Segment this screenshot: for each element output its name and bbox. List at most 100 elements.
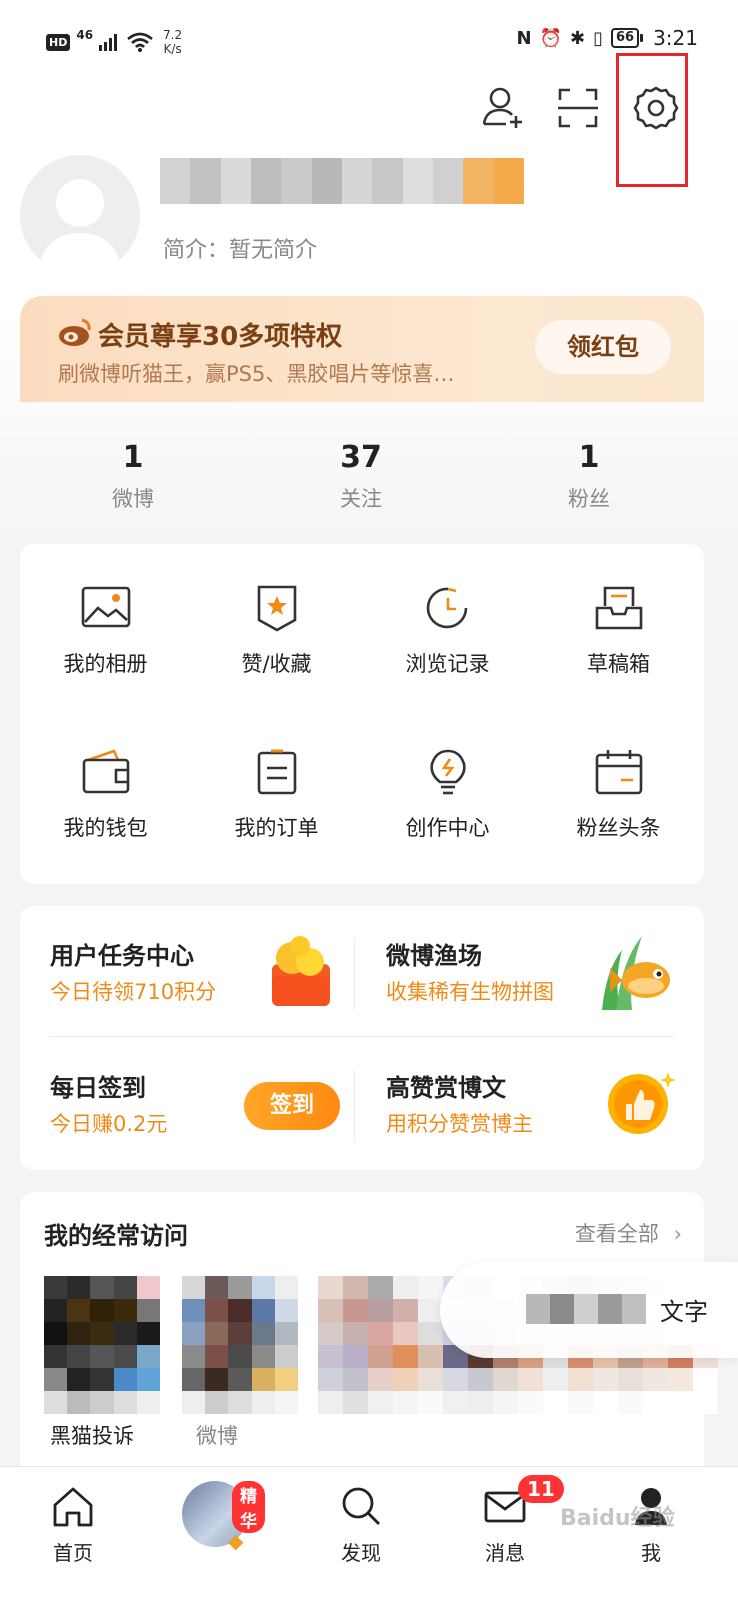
diamond-icon: ◆ bbox=[228, 1529, 244, 1553]
history-clock-icon bbox=[426, 587, 467, 629]
scan-icon bbox=[558, 88, 598, 128]
task-title: 微博渔场 bbox=[386, 942, 482, 970]
stat-label: 粉丝 bbox=[568, 487, 610, 511]
task-center-item[interactable]: 用户任务中心 今日待领710积分 bbox=[20, 906, 354, 1036]
task-subtitle: 今日待领710积分 bbox=[50, 980, 217, 1004]
tab-discover[interactable]: 发现 bbox=[316, 1485, 406, 1566]
settings-highlight-box bbox=[616, 53, 688, 187]
stat-value: 1 bbox=[578, 440, 600, 475]
task-title: 用户任务中心 bbox=[50, 942, 194, 970]
vibrate-icon: ▯ bbox=[593, 27, 603, 49]
grid-item-orders[interactable]: 我的订单 bbox=[191, 748, 362, 842]
grid-item-fan-headline[interactable]: 粉丝头条 bbox=[533, 748, 704, 842]
tab-label: 发现 bbox=[341, 1541, 381, 1565]
stat-value: 1 bbox=[122, 440, 144, 475]
stat-value: 37 bbox=[340, 440, 382, 475]
tab-messages[interactable]: 11 消息 bbox=[460, 1475, 564, 1566]
tab-label: 首页 bbox=[53, 1541, 93, 1565]
stat-label: 微博 bbox=[112, 487, 154, 511]
weibo-vip-icon bbox=[59, 318, 91, 346]
fishery-item[interactable]: 微博渔场 收集稀有生物拼图 bbox=[354, 906, 704, 1036]
frequent-item-label: 微博 bbox=[196, 1424, 238, 1448]
favorite-star-icon bbox=[257, 585, 296, 632]
status-left: HD 46 7.2 K/s bbox=[46, 28, 182, 56]
float-blurred-text bbox=[526, 1294, 646, 1324]
grid-label: 我的钱包 bbox=[63, 816, 148, 840]
stat-label: 关注 bbox=[340, 487, 382, 511]
fish-icon bbox=[602, 936, 670, 1010]
floating-assistant-pill[interactable]: 文字 bbox=[440, 1262, 738, 1358]
grid-label: 草稿箱 bbox=[587, 652, 650, 676]
stat-weibo[interactable]: 1 微博 bbox=[63, 440, 203, 513]
grid-item-drafts[interactable]: 草稿箱 bbox=[533, 584, 704, 678]
vip-subtitle: 刷微博听猫王，赢PS5、黑胶唱片等惊喜… bbox=[58, 362, 455, 386]
tab-label: 我 bbox=[641, 1541, 661, 1565]
scan-button[interactable] bbox=[552, 82, 604, 134]
tasks-card: 用户任务中心 今日待领710积分 微博渔场 收集稀有生物拼图 每日签到 今日赚0… bbox=[20, 906, 704, 1170]
frequent-item-thumbnail[interactable] bbox=[182, 1276, 298, 1414]
search-icon bbox=[342, 1487, 380, 1525]
bluetooth-icon: ✱ bbox=[569, 27, 586, 49]
thumbs-up-coin-icon bbox=[608, 1072, 676, 1134]
grid-item-creator[interactable]: 创作中心 bbox=[362, 748, 533, 842]
avatar[interactable] bbox=[20, 155, 140, 275]
tab-highlights[interactable]: 精华 ◆ bbox=[170, 1481, 265, 1553]
lightbulb-icon bbox=[429, 749, 466, 795]
grid-item-history[interactable]: 浏览记录 bbox=[362, 584, 533, 678]
speed-unit: K/s bbox=[163, 42, 182, 56]
clock: 3:21 bbox=[653, 26, 698, 50]
task-subtitle: 今日赚0.2元 bbox=[50, 1112, 168, 1136]
grid-label: 赞/收藏 bbox=[241, 652, 312, 676]
features-grid-card: 我的相册 赞/收藏 浏览记录 草稿箱 我的钱包 我的订单 创作中心 粉丝头条 bbox=[20, 544, 704, 884]
network-speed: 7.2 K/s bbox=[163, 28, 182, 56]
task-title: 高赞赏博文 bbox=[386, 1074, 506, 1102]
profile-bio[interactable]: 简介：暂无简介 bbox=[163, 232, 317, 264]
section-title: 我的经常访问 bbox=[44, 1222, 188, 1250]
default-avatar-icon bbox=[38, 179, 122, 275]
grid-item-wallet[interactable]: 我的钱包 bbox=[20, 748, 191, 842]
task-title: 每日签到 bbox=[50, 1074, 146, 1102]
grid-item-album[interactable]: 我的相册 bbox=[20, 584, 191, 678]
network-type: 46 bbox=[76, 28, 94, 42]
battery-indicator: 66 bbox=[610, 28, 644, 48]
grid-label: 我的订单 bbox=[234, 816, 319, 840]
stat-followers[interactable]: 1 粉丝 bbox=[519, 440, 659, 513]
highlight-badge: 精华 bbox=[232, 1481, 265, 1533]
message-count-badge: 11 bbox=[518, 1475, 564, 1503]
grid-label: 创作中心 bbox=[405, 816, 490, 840]
reward-post-item[interactable]: 高赞赏博文 用积分赞赏博主 bbox=[354, 1036, 704, 1170]
tab-label: 消息 bbox=[485, 1541, 525, 1565]
vip-banner[interactable]: 会员尊享30多项特权 刷微博听猫王，赢PS5、黑胶唱片等惊喜… 领红包 bbox=[20, 296, 704, 402]
alarm-icon: ⏰ bbox=[539, 27, 562, 49]
task-subtitle: 收集稀有生物拼图 bbox=[386, 980, 554, 1004]
grid-label: 浏览记录 bbox=[405, 652, 490, 676]
home-icon bbox=[53, 1487, 93, 1527]
add-friend-button[interactable] bbox=[476, 82, 528, 134]
signal-icon bbox=[99, 34, 118, 51]
signin-button[interactable]: 签到 bbox=[244, 1082, 340, 1130]
hd-indicator: HD bbox=[46, 33, 71, 51]
view-all-label: 查看全部 bbox=[574, 1222, 659, 1246]
bottom-tab-bar: 首页 精华 ◆ 发现 11 消息 我 bbox=[0, 1466, 738, 1600]
drafts-tray-icon bbox=[595, 586, 642, 630]
chevron-right-icon: › bbox=[673, 1222, 682, 1246]
order-list-icon bbox=[257, 749, 296, 795]
wifi-icon bbox=[127, 32, 153, 52]
baidu-watermark: Baidu经验 bbox=[560, 1506, 675, 1531]
username-blurred[interactable] bbox=[160, 158, 524, 204]
view-all-link[interactable]: 查看全部 › bbox=[575, 1218, 682, 1248]
vip-title: 会员尊享30多项特权 bbox=[98, 322, 343, 352]
grid-label: 我的相册 bbox=[63, 652, 148, 676]
frequent-item-label: 黑猫投诉 bbox=[50, 1424, 134, 1448]
grid-item-favorites[interactable]: 赞/收藏 bbox=[191, 584, 362, 678]
grid-label: 粉丝头条 bbox=[576, 816, 661, 840]
stat-following[interactable]: 37 关注 bbox=[291, 440, 431, 513]
calendar-icon bbox=[595, 750, 642, 795]
frequent-item-thumbnail[interactable] bbox=[44, 1276, 160, 1414]
wallet-icon bbox=[82, 749, 129, 794]
float-text: 文字 bbox=[660, 1298, 708, 1326]
claim-red-packet-button[interactable]: 领红包 bbox=[535, 320, 671, 374]
tab-home[interactable]: 首页 bbox=[28, 1485, 118, 1566]
add-user-icon bbox=[482, 87, 522, 128]
status-right: N ⏰ ✱ ▯ 66 3:21 bbox=[516, 26, 698, 50]
